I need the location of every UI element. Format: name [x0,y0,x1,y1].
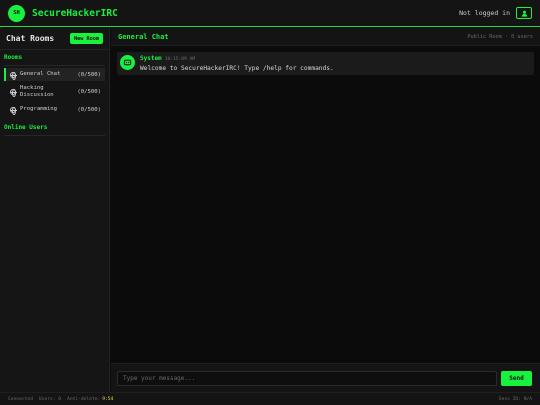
globe-icon [10,89,17,98]
room-item-hacking-discussion[interactable]: Hacking Discussion (0/500) [4,83,105,101]
app-logo: SH [8,4,25,22]
anti-delete-label: Anti-delete: [67,396,101,402]
room-item-programming[interactable]: Programming (0/500) [4,103,105,116]
system-icon [123,59,132,66]
composer: Send [111,363,540,392]
message-body: System 10:15:09 AM Welcome to SecureHack… [140,55,334,72]
message-list: System 10:15:09 AM Welcome to SecureHack… [111,46,540,363]
message-text: Welcome to SecureHackerIRC! Type /help f… [140,65,334,72]
room-name: Programming [20,106,58,112]
send-button[interactable]: Send [501,370,532,386]
connection-status: Connected [8,396,33,402]
sidebar: Chat Rooms New Room Rooms General Chat (… [0,28,110,392]
avatar [120,55,135,70]
room-item-general-chat[interactable]: General Chat (0/500) [4,68,105,81]
user-icon [521,10,527,17]
sidebar-header: Chat Rooms New Room [0,28,109,50]
user-button[interactable] [516,7,532,19]
app-title: SecureHackerIRC [32,7,118,19]
chat-header: General Chat Public Room · 0 users [111,28,540,46]
room-name: General Chat [20,71,61,77]
session-id: Sess ID: N/A [498,396,532,402]
room-name: Hacking Discussion [20,85,54,98]
globe-icon [10,106,17,115]
message-item: System 10:15:09 AM Welcome to SecureHack… [117,52,534,75]
room-meta: Public Room · 0 users [467,33,533,40]
message-input[interactable] [117,370,497,386]
sidebar-title: Chat Rooms [6,34,55,43]
user-count: Users: 0 [38,396,62,402]
message-meta: System 10:15:09 AM [140,55,334,62]
message-time: 10:15:09 AM [164,57,196,62]
status-bar: Connected Users: 0 Anti-delete: 9:54 Ses… [0,392,540,405]
room-count: (0/500) [77,106,101,113]
room-title: General Chat [118,32,169,41]
auth-status: Not logged in [459,9,510,17]
rooms-section-label: Rooms [4,54,23,61]
online-users-label: Online Users [4,124,48,131]
divider [4,65,105,66]
anti-delete-value: 9:54 [102,396,114,402]
message-sender: System [140,55,162,62]
room-count: (0/500) [77,71,101,78]
top-bar: SH SecureHackerIRC Not logged in [0,0,540,27]
globe-icon [10,71,17,80]
new-room-button[interactable]: New Room [70,33,103,44]
room-count: (0/500) [77,89,101,95]
chat-panel: General Chat Public Room · 0 users Syste… [111,28,540,392]
divider [4,135,105,136]
